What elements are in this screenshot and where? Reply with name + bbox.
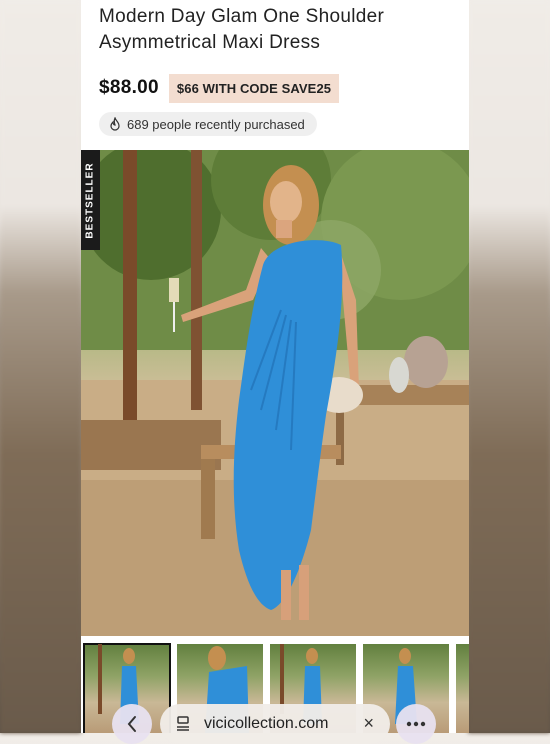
product-title: Modern Day Glam One Shoulder Asymmetrica… (99, 4, 459, 56)
product-page: Modern Day Glam One Shoulder Asymmetrica… (81, 0, 469, 733)
background-blur-left (0, 0, 81, 733)
promo-code-badge: $66 WITH CODE SAVE25 (168, 73, 340, 103)
product-title-line2: Asymmetrical Maxi Dress (99, 32, 321, 53)
thumbnail-5[interactable] (456, 644, 469, 733)
product-price: $88.00 (99, 77, 159, 98)
product-hero-image[interactable]: BESTSELLER (81, 150, 469, 636)
address-bar[interactable]: vicicollection.com × (160, 704, 390, 744)
tabs-icon[interactable] (176, 716, 190, 732)
back-button[interactable] (112, 704, 152, 744)
close-icon[interactable]: × (363, 713, 374, 734)
social-proof-text: 689 people recently purchased (127, 116, 305, 132)
bestseller-badge-text: BESTSELLER (85, 161, 96, 239)
more-icon (406, 721, 426, 727)
hero-photo (81, 150, 469, 636)
bestseller-badge: BESTSELLER (81, 150, 100, 250)
product-title-line1: Modern Day Glam One Shoulder (99, 6, 385, 27)
more-button[interactable] (396, 704, 436, 744)
url-text: vicicollection.com (204, 715, 329, 732)
social-proof-pill: 689 people recently purchased (99, 112, 317, 136)
chevron-left-icon (127, 716, 136, 732)
price-row: $88.00 $66 WITH CODE SAVE25 (99, 73, 340, 103)
background-blur-right (468, 0, 550, 733)
flame-icon (110, 117, 120, 131)
